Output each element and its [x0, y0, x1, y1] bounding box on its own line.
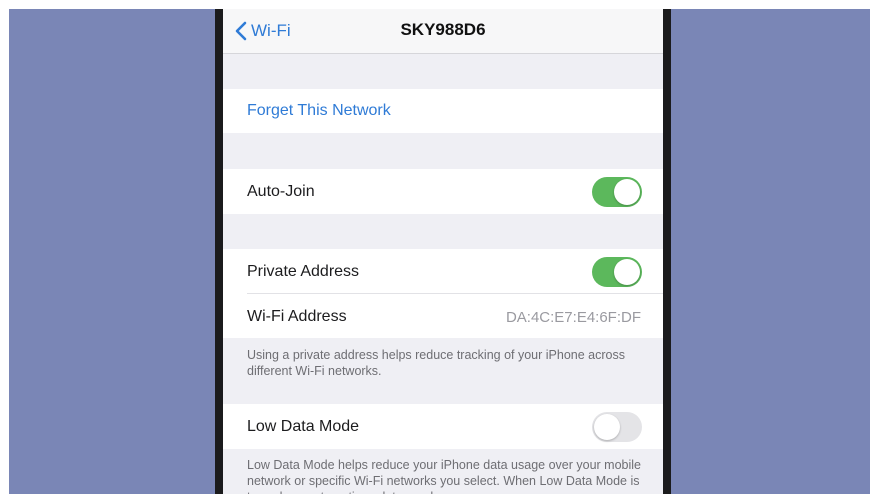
low-data-mode-label: Low Data Mode [247, 418, 360, 435]
navigation-bar: Wi-Fi SKY988D6 [223, 9, 663, 54]
low-data-mode-footnote: Low Data Mode helps reduce your iPhone d… [247, 458, 641, 494]
wifi-address-value: DA:4C:E7:E4:6F:DF [505, 309, 641, 326]
phone-bezel-right [663, 9, 671, 494]
auto-join-row: Auto-Join [223, 169, 663, 214]
private-address-footnote: Using a private address helps reduce tra… [247, 348, 625, 378]
wifi-address-label: Wi-Fi Address [247, 308, 347, 325]
private-address-toggle[interactable] [592, 257, 642, 287]
toggle-knob [614, 179, 640, 205]
forget-network-button[interactable]: Forget This Network [223, 89, 663, 133]
low-data-mode-row: Low Data Mode [223, 404, 663, 449]
private-address-label: Private Address [247, 263, 360, 280]
toggle-knob [614, 259, 640, 285]
phone-screen: Wi-Fi SKY988D6 Forget This Network Auto-… [223, 9, 663, 494]
page-title: SKY988D6 [400, 20, 486, 39]
private-address-group: Private Address Wi-Fi Address DA:4C:E7:E… [223, 249, 663, 338]
forget-network-label: Forget This Network [247, 102, 391, 119]
row-divider [247, 293, 663, 294]
phone-bezel-left [215, 9, 223, 494]
low-data-mode-toggle[interactable] [592, 412, 642, 442]
auto-join-label: Auto-Join [247, 183, 315, 200]
auto-join-toggle[interactable] [592, 177, 642, 207]
toggle-knob [594, 414, 620, 440]
